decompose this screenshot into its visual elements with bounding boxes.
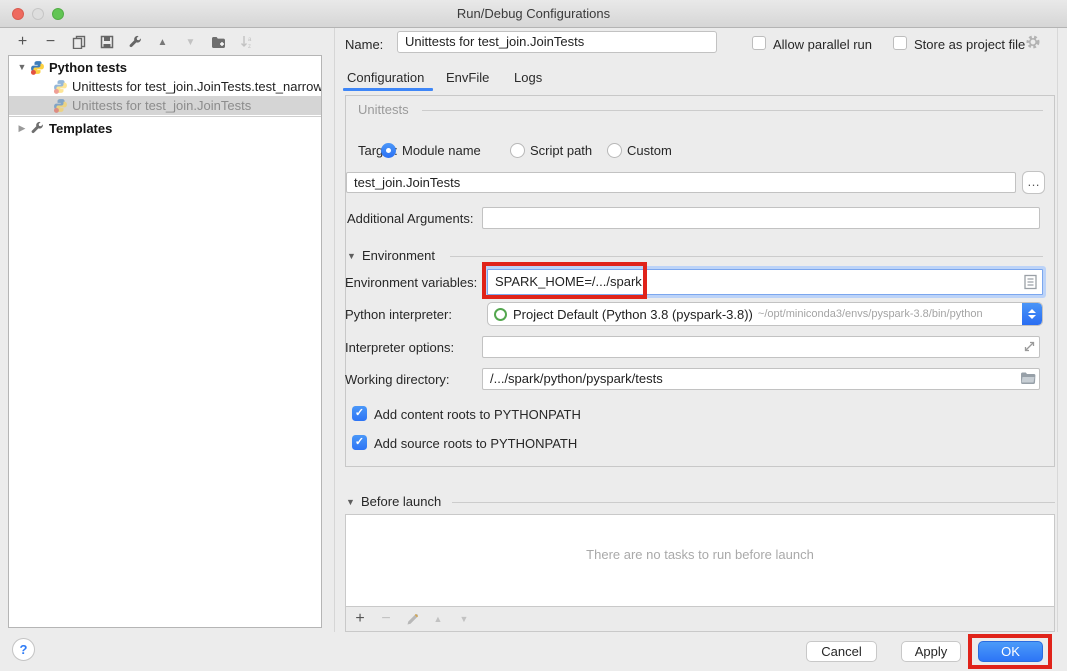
apply-button[interactable]: Apply [901, 641, 961, 662]
templates-wrench-icon [30, 121, 45, 136]
tree-item-templates[interactable]: ▶ Templates [9, 119, 321, 138]
additional-arguments-input[interactable] [482, 207, 1040, 229]
interpreter-options-label: Interpreter options: [345, 340, 454, 355]
add-content-roots-checkbox[interactable]: ✓ [352, 406, 367, 421]
configurations-toolbar: + − ▲ ▼ az [12, 32, 257, 52]
remove-task-icon[interactable]: − [378, 609, 394, 629]
folder-icon[interactable] [1020, 371, 1036, 388]
save-configuration-icon[interactable] [96, 32, 117, 52]
help-button[interactable]: ? [12, 638, 35, 661]
collapsed-arrow-icon[interactable]: ▶ [17, 119, 27, 138]
before-launch-section-rule [452, 502, 1055, 503]
panel-divider [334, 28, 335, 632]
tree-item-label: Unittests for test_join.JoinTests [72, 96, 251, 115]
radio-module-name[interactable] [381, 143, 396, 158]
radio-custom-label: Custom [627, 143, 672, 158]
tree-item-python-tests[interactable]: ▼ Python tests [9, 58, 321, 77]
store-as-project-file-checkbox[interactable] [893, 36, 907, 50]
environment-section-rule [450, 256, 1043, 257]
svg-text:a: a [248, 37, 252, 43]
tree-item-unittest-narrow[interactable]: Unittests for test_join.JoinTests.test_n… [9, 77, 321, 96]
add-task-icon[interactable]: + [352, 609, 368, 629]
edit-templates-wrench-icon[interactable] [124, 32, 145, 52]
interpreter-path: ~/opt/miniconda3/envs/pyspark-3.8/bin/py… [758, 308, 983, 320]
python-test-icon [53, 79, 68, 94]
tree-item-label: Python tests [49, 58, 127, 77]
add-source-roots-checkbox[interactable]: ✓ [352, 435, 367, 450]
environment-section-label: Environment [362, 248, 435, 263]
working-directory-input[interactable]: /.../spark/python/pyspark/tests [482, 368, 1040, 390]
tree-group-divider [9, 116, 321, 117]
tree-item-unittest-jointests-selected[interactable]: Unittests for test_join.JoinTests [9, 96, 321, 115]
remove-configuration-icon[interactable]: − [40, 32, 61, 52]
sort-configurations-icon[interactable]: az [236, 32, 257, 52]
before-launch-task-list[interactable]: There are no tasks to run before launch [345, 514, 1055, 607]
right-edge-line [1057, 28, 1058, 632]
python-interpreter-label: Python interpreter: [345, 307, 452, 322]
name-input[interactable]: Unittests for test_join.JoinTests [397, 31, 717, 53]
radio-module-name-label: Module name [402, 143, 481, 158]
python-interpreter-select[interactable]: Project Default (Python 3.8 (pyspark-3.8… [487, 302, 1043, 326]
unittests-section-rule [422, 110, 1043, 111]
task-down-icon[interactable]: ▼ [456, 609, 472, 629]
titlebar: Run/Debug Configurations [0, 0, 1067, 28]
task-up-icon[interactable]: ▲ [430, 609, 446, 629]
environment-variables-label: Environment variables: [345, 275, 477, 290]
tree-item-label: Templates [49, 119, 112, 138]
window-title: Run/Debug Configurations [0, 0, 1067, 28]
conda-env-icon [494, 308, 507, 321]
tab-configuration[interactable]: Configuration [347, 70, 424, 85]
configurations-tree: ▼ Python tests Unittests for test_join.J… [8, 55, 322, 628]
run-debug-configurations-dialog: Run/Debug Configurations + − ▲ ▼ az ▼ [0, 0, 1067, 671]
python-tests-icon [30, 60, 45, 75]
additional-arguments-label: Additional Arguments: [347, 211, 473, 226]
before-launch-collapse-icon[interactable]: ▼ [346, 497, 355, 507]
add-content-roots-label: Add content roots to PYTHONPATH [374, 407, 581, 422]
edit-task-pencil-icon[interactable] [404, 609, 420, 629]
move-down-icon[interactable]: ▼ [180, 32, 201, 52]
move-up-icon[interactable]: ▲ [152, 32, 173, 52]
expand-field-icon[interactable] [1022, 339, 1037, 357]
chevron-up-down-icon[interactable] [1022, 303, 1042, 325]
radio-custom[interactable] [607, 143, 622, 158]
environment-collapse-icon[interactable]: ▼ [347, 251, 356, 261]
interpreter-value: Project Default (Python 3.8 (pyspark-3.8… [513, 307, 753, 322]
radio-script-path[interactable] [510, 143, 525, 158]
working-directory-label: Working directory: [345, 372, 450, 387]
python-test-icon [53, 98, 68, 113]
tree-item-label: Unittests for test_join.JoinTests.test_n… [72, 77, 321, 96]
add-configuration-icon[interactable]: + [12, 32, 33, 52]
tab-envfile[interactable]: EnvFile [446, 70, 489, 85]
new-folder-icon[interactable] [208, 32, 229, 52]
active-tab-underline [343, 88, 433, 91]
allow-parallel-run-checkbox[interactable] [752, 36, 766, 50]
unittests-section-label: Unittests [358, 102, 409, 117]
radio-script-path-label: Script path [530, 143, 592, 158]
annotation-rect-ok-button [968, 634, 1052, 669]
store-as-project-file-label: Store as project file [914, 37, 1025, 52]
annotation-rect-env-vars [482, 262, 647, 299]
interpreter-options-input[interactable] [482, 336, 1040, 358]
allow-parallel-run-label: Allow parallel run [773, 37, 872, 52]
before-launch-toolbar: + − ▲ ▼ [345, 606, 1055, 632]
before-launch-section-label: Before launch [361, 494, 441, 509]
name-label: Name: [345, 37, 383, 52]
env-vars-list-icon[interactable] [1024, 274, 1037, 293]
svg-text:z: z [248, 44, 251, 49]
copy-configuration-icon[interactable] [68, 32, 89, 52]
tab-logs[interactable]: Logs [514, 70, 542, 85]
expanded-arrow-icon[interactable]: ▼ [17, 58, 27, 77]
browse-button[interactable]: … [1022, 171, 1045, 194]
module-name-input[interactable]: test_join.JoinTests [346, 172, 1016, 193]
before-launch-empty-message: There are no tasks to run before launch [346, 547, 1054, 562]
cancel-button[interactable]: Cancel [806, 641, 877, 662]
add-source-roots-label: Add source roots to PYTHONPATH [374, 436, 577, 451]
gear-icon[interactable] [1025, 34, 1041, 53]
